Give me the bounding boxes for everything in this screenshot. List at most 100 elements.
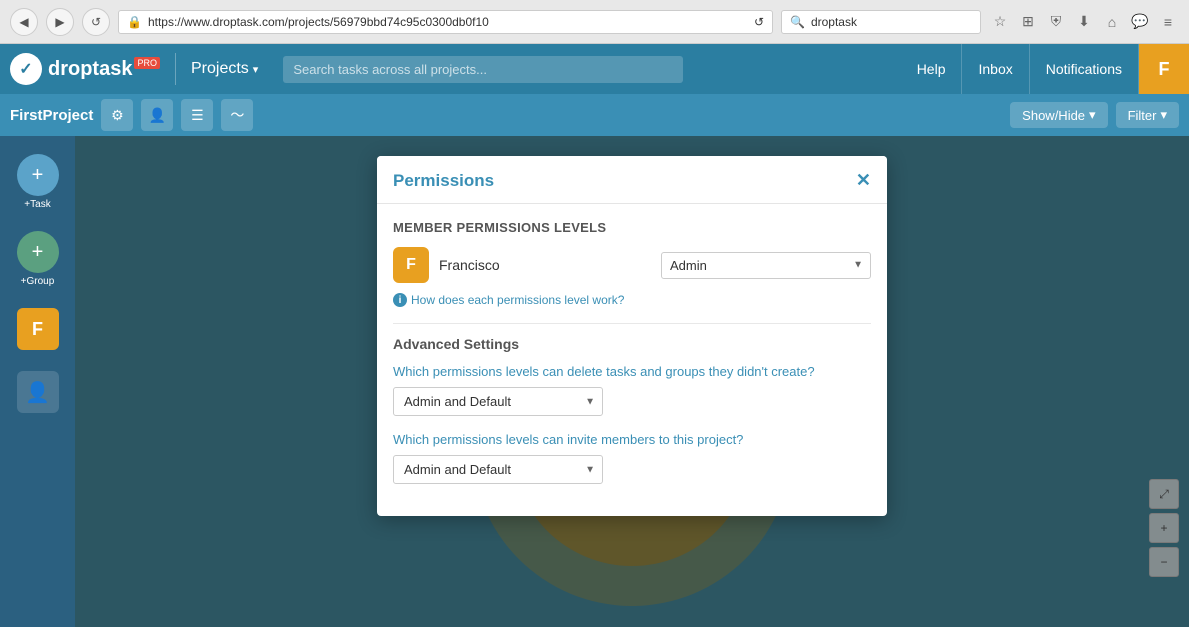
modal-body: Member Permissions Levels F Francisco Ad…	[377, 204, 887, 516]
add-group-label: +Group	[21, 276, 55, 287]
notifications-link[interactable]: Notifications	[1030, 44, 1139, 94]
back-button[interactable]: ◀	[10, 8, 38, 36]
activity-icon: 〜	[230, 105, 244, 125]
reload-icon: ↺	[754, 15, 764, 29]
invite-permissions-select[interactable]: Admin and Default Admin only Default onl…	[393, 455, 603, 484]
member-initial: F	[406, 256, 416, 274]
refresh-button[interactable]: ↺	[82, 8, 110, 36]
projects-label: Projects	[191, 60, 249, 78]
advanced-settings-title: Advanced Settings	[393, 336, 871, 352]
browser-toolbar-icons: ☆ ⊞ ⛨ ⬇ ⌂ 💬 ≡	[989, 11, 1179, 33]
url-bar[interactable]: 🔒 https://www.droptask.com/projects/5697…	[118, 10, 773, 34]
permission-select[interactable]: Admin Default Read Only	[661, 252, 871, 279]
star-button[interactable]: ☆	[989, 11, 1011, 33]
permission-select-wrapper: Admin Default Read Only	[661, 252, 871, 279]
modal-overlay: Permissions ✕ Member Permissions Levels …	[75, 136, 1189, 627]
group-plus-icon: +	[32, 241, 44, 264]
header-search[interactable]	[283, 56, 890, 83]
add-group-button[interactable]: + +Group	[10, 223, 65, 295]
settings-button[interactable]: ⚙	[101, 99, 133, 131]
group-icon-circle: +	[17, 231, 59, 273]
browser-chrome: ◀ ▶ ↺ 🔒 https://www.droptask.com/project…	[0, 0, 1189, 44]
filter-arrow: ▾	[1160, 107, 1167, 123]
user-f-badge: F	[17, 308, 59, 350]
member-avatar: F	[393, 247, 429, 283]
add-member-icon: 👤	[17, 371, 59, 413]
delete-dropdown-wrapper: Admin and Default Admin only Default onl…	[393, 387, 603, 416]
task-plus-icon: +	[32, 164, 44, 187]
show-hide-button[interactable]: Show/Hide ▾	[1010, 102, 1107, 128]
logo-text: droptask	[48, 58, 132, 81]
task-icon-circle: +	[17, 154, 59, 196]
refresh-icon: ↺	[91, 15, 101, 29]
help-link[interactable]: Help	[901, 44, 963, 94]
header-search-input[interactable]	[283, 56, 683, 83]
logo-icon: ✓	[10, 53, 42, 85]
list-icon: ☰	[191, 107, 204, 124]
url-text: https://www.droptask.com/projects/56979b…	[148, 15, 748, 29]
logo-check: ✓	[19, 59, 32, 79]
members-button[interactable]: 👤	[141, 99, 173, 131]
download-button[interactable]: ⬇	[1073, 11, 1095, 33]
shield-button[interactable]: ⛨	[1045, 11, 1067, 33]
filter-button[interactable]: Filter ▾	[1116, 102, 1179, 128]
add-member-button[interactable]: 👤	[10, 363, 65, 421]
activity-button[interactable]: 〜	[221, 99, 253, 131]
show-hide-arrow: ▾	[1089, 107, 1096, 123]
browser-search-value: droptask	[811, 15, 857, 29]
content-area: Require-ments 29 Feb ⤢ + − P	[75, 136, 1189, 627]
inbox-link[interactable]: Inbox	[962, 44, 1029, 94]
member-name: Francisco	[439, 257, 651, 273]
add-task-label: +Task	[24, 199, 50, 210]
forward-button[interactable]: ▶	[46, 8, 74, 36]
notifications-label: Notifications	[1046, 61, 1122, 77]
help-link-text: How does each permissions level work?	[411, 293, 624, 307]
user-initial: F	[32, 319, 43, 340]
filter-label: Filter	[1128, 108, 1157, 123]
invite-permissions-row: Which permissions levels can invite memb…	[393, 432, 871, 484]
bookmark-button[interactable]: ⊞	[1017, 11, 1039, 33]
delete-permissions-select[interactable]: Admin and Default Admin only Default onl…	[393, 387, 603, 416]
sub-header: FirstProject ⚙ 👤 ☰ 〜 Show/Hide ▾ Filter …	[0, 94, 1189, 136]
modal-title: Permissions	[393, 171, 494, 191]
app-header: ✓ droptask PRO Projects ▾ Help Inbox Not…	[0, 44, 1189, 94]
modal-close-button[interactable]: ✕	[856, 170, 871, 191]
lock-icon: 🔒	[127, 15, 142, 29]
sidebar: + +Task + +Group F 👤	[0, 136, 75, 627]
show-hide-label: Show/Hide	[1022, 108, 1085, 123]
help-label: Help	[917, 61, 946, 77]
inbox-label: Inbox	[978, 61, 1012, 77]
projects-nav[interactable]: Projects ▾	[176, 60, 273, 78]
chat-button[interactable]: 💬	[1129, 11, 1151, 33]
logo-area: ✓ droptask PRO	[10, 53, 176, 85]
member-row: F Francisco Admin Default Read Only	[393, 247, 871, 283]
permissions-modal: Permissions ✕ Member Permissions Levels …	[377, 156, 887, 516]
menu-button[interactable]: ≡	[1157, 11, 1179, 33]
back-icon: ◀	[19, 15, 28, 29]
delete-question-label: Which permissions levels can delete task…	[393, 364, 871, 379]
header-avatar[interactable]: F	[1139, 44, 1189, 94]
help-permissions-link[interactable]: i How does each permissions level work?	[393, 293, 871, 307]
project-title: FirstProject	[10, 107, 93, 124]
settings-icon: ⚙	[111, 107, 124, 124]
browser-search-bar[interactable]: 🔍 droptask	[781, 10, 981, 34]
info-icon: i	[393, 293, 407, 307]
list-view-button[interactable]: ☰	[181, 99, 213, 131]
home-button[interactable]: ⌂	[1101, 11, 1123, 33]
divider	[393, 323, 871, 324]
person-icon: 👤	[149, 107, 166, 124]
delete-permissions-row: Which permissions levels can delete task…	[393, 364, 871, 416]
search-icon: 🔍	[790, 15, 805, 29]
invite-dropdown-wrapper: Admin and Default Admin only Default onl…	[393, 455, 603, 484]
logo-pro-badge: PRO	[134, 57, 160, 69]
projects-dropdown-arrow: ▾	[253, 63, 259, 76]
main-area: + +Task + +Group F 👤	[0, 136, 1189, 627]
invite-question-label: Which permissions levels can invite memb…	[393, 432, 871, 447]
header-nav-links: Help Inbox Notifications	[901, 44, 1139, 94]
user-badge-button[interactable]: F	[10, 300, 65, 358]
add-task-button[interactable]: + +Task	[10, 146, 65, 218]
forward-icon: ▶	[55, 15, 64, 29]
add-user-icon: 👤	[25, 380, 50, 405]
modal-header: Permissions ✕	[377, 156, 887, 204]
header-user-initial: F	[1159, 59, 1170, 80]
